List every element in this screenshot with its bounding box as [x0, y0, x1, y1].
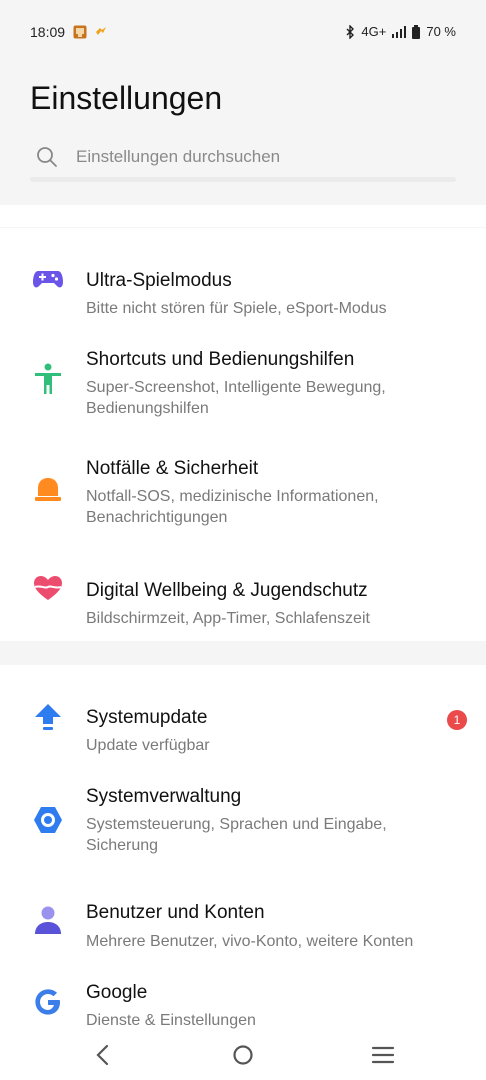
item-title: Google [86, 982, 148, 1003]
settings-item-shortcuts-accessibility[interactable]: Shortcuts und Bedienungshilfen Super-Scr… [0, 333, 486, 433]
page-title: Einstellungen [30, 80, 223, 116]
hexagon-icon [34, 807, 62, 833]
emergency-light-icon [35, 478, 61, 501]
signal-icon [392, 25, 407, 38]
battery-icon [412, 24, 421, 39]
item-subtitle: Mehrere Benutzer, vivo-Konto, weitere Ko… [86, 933, 414, 950]
google-icon [35, 989, 60, 1015]
heart-icon [34, 576, 62, 600]
app-notification-icon-2 [96, 27, 106, 35]
item-subtitle: Update verfügbar [86, 737, 210, 754]
item-subtitle: Dienste & Einstellungen [86, 1012, 256, 1029]
settings-item-digital-wellbeing[interactable]: Digital Wellbeing & Jugendschutz Bildsch… [0, 548, 486, 630]
back-icon[interactable] [88, 1042, 118, 1068]
settings-group-1: Ultra-Spielmodus Bitte nicht stören für … [0, 228, 486, 641]
settings-item-system-management[interactable]: Systemverwaltung Systemsteuerung, Sprach… [0, 770, 486, 870]
item-title: Shortcuts und Bedienungshilfen [86, 349, 355, 370]
item-title: Benutzer und Konten [86, 902, 265, 923]
settings-item-users-accounts[interactable]: Benutzer und Konten Mehrere Benutzer, vi… [0, 878, 486, 962]
item-subtitle: Bitte nicht stören für Spiele, eSport-Mo… [86, 300, 387, 317]
notification-badge: 1 [447, 710, 467, 730]
item-title: Notfälle & Sicherheit [86, 458, 259, 479]
accessibility-icon [35, 363, 61, 394]
home-icon[interactable] [228, 1042, 258, 1068]
user-icon [35, 906, 61, 934]
status-indicators: 4G+ 70 % [345, 24, 456, 39]
settings-item-system-update[interactable]: Systemupdate Update verfügbar 1 [0, 675, 486, 759]
item-title: Systemupdate [86, 707, 208, 728]
upload-arrow-icon [35, 704, 61, 730]
item-subtitle: Notfall-SOS, medizinische Informationen,… [86, 488, 379, 526]
gamepad-icon [33, 271, 63, 288]
bluetooth-icon [346, 24, 355, 39]
battery-percent: 70 % [426, 24, 456, 39]
search-placeholder: Einstellungen durchsuchen [76, 147, 281, 166]
search-icon [37, 147, 57, 167]
search-underline [30, 177, 456, 182]
item-subtitle: Super-Screenshot, Intelligente Bewegung,… [86, 379, 386, 417]
status-time: 18:09 [30, 24, 66, 40]
navigation-bar [0, 1030, 486, 1080]
item-subtitle: Systemsteuerung, Sprachen und Eingabe, S… [86, 816, 387, 854]
item-title: Ultra-Spielmodus [86, 270, 232, 291]
item-title: Systemverwaltung [86, 786, 242, 807]
item-title: Digital Wellbeing & Jugendschutz [86, 580, 368, 601]
app-notification-icon [73, 25, 87, 39]
menu-icon[interactable] [368, 1042, 398, 1068]
status-bar: 18:09 4G+ 70 % [0, 0, 486, 66]
item-subtitle: Bildschirmzeit, App-Timer, Schlafenszeit [86, 610, 370, 627]
settings-item-ultra-game-mode[interactable]: Ultra-Spielmodus Bitte nicht stören für … [0, 238, 486, 320]
settings-item-emergency-safety[interactable]: Notfälle & Sicherheit Notfall-SOS, mediz… [0, 442, 486, 542]
network-type: 4G+ [361, 24, 387, 39]
search-input[interactable]: Einstellungen durchsuchen [30, 138, 456, 182]
settings-group-2: Systemupdate Update verfügbar 1 Systemve… [0, 665, 486, 1080]
card-top-strip [0, 205, 486, 227]
